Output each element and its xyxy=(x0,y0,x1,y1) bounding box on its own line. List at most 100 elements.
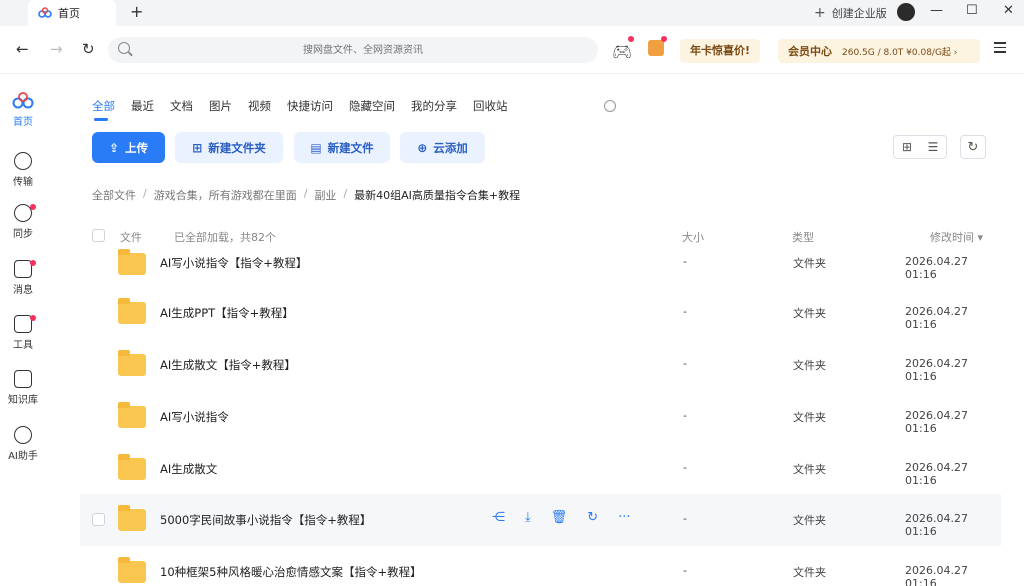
breadcrumb-item[interactable]: 副业 xyxy=(314,187,336,203)
file-modified-time: 2026.04.27 01:16 xyxy=(905,409,968,435)
close-window-button[interactable]: ✕ xyxy=(1003,3,1014,18)
file-type: 文件夹 xyxy=(793,463,826,476)
breadcrumb-item[interactable]: 全部文件 xyxy=(92,187,136,203)
load-status: 已全部加载，共82个 xyxy=(174,231,276,244)
grid-view-icon[interactable]: ⊞ xyxy=(894,136,920,158)
sidebar-item-label: 同步 xyxy=(13,229,33,240)
upload-button[interactable]: ⇪ 上传 xyxy=(92,132,165,163)
file-size: - xyxy=(683,409,687,422)
tab-recent[interactable]: 最近 xyxy=(131,98,154,114)
table-row[interactable]: AI写小说指令【指令+教程】 - 文件夹 2026.04.27 01:16 xyxy=(80,249,1001,287)
new-file-button[interactable]: ▤ 新建文件 xyxy=(294,132,390,163)
file-name[interactable]: AI生成PPT【指令+教程】 xyxy=(160,305,294,321)
select-all-checkbox[interactable] xyxy=(92,229,105,242)
upload-label: 上传 xyxy=(125,140,149,155)
file-name[interactable]: 10种框架5种风格暖心治愈情感文案【指令+教程】 xyxy=(160,564,422,580)
file-modified-time: 2026.04.27 01:16 xyxy=(905,564,968,586)
search-input[interactable] xyxy=(138,41,588,59)
table-row[interactable]: 5000字民间故事小说指令【指令+教程】 ⋲ ⤓ 🗑︎ ↻ ··· - 文件夹 … xyxy=(80,494,1001,546)
sidebar-item-home[interactable]: 首页 xyxy=(0,92,46,128)
vip-label: 会员中心 xyxy=(788,45,832,58)
file-modified-time: 2026.04.27 01:16 xyxy=(905,255,968,281)
reload-icon[interactable]: ↻ xyxy=(82,40,95,58)
new-folder-button[interactable]: ⊞ 新建文件夹 xyxy=(175,132,283,163)
tab-videos[interactable]: 视频 xyxy=(248,98,271,114)
table-row[interactable]: AI生成PPT【指令+教程】 - 文件夹 2026.04.27 01:16 xyxy=(80,287,1001,339)
cloud-add-label: 云添加 xyxy=(433,140,468,155)
tab-hidden-space[interactable]: 隐藏空间 xyxy=(349,98,395,114)
sidebar-item-label: 传输 xyxy=(13,177,33,188)
refresh-icon[interactable]: ↻ xyxy=(960,135,986,159)
file-size: - xyxy=(683,305,687,318)
sync-icon[interactable]: ↻ xyxy=(587,510,598,525)
search-box[interactable] xyxy=(108,37,598,63)
search-icon xyxy=(118,42,130,54)
tab-my-shares[interactable]: 我的分享 xyxy=(411,98,457,114)
maximize-button[interactable]: ☐ xyxy=(966,3,978,18)
cloud-add-button[interactable]: ⊕ 云添加 xyxy=(400,132,485,163)
sidebar-item-messages[interactable]: 消息 xyxy=(0,260,46,296)
file-type: 文件夹 xyxy=(793,359,826,372)
sidebar-item-ai-assistant[interactable]: AI助手 xyxy=(0,426,46,462)
download-icon[interactable]: ⤓ xyxy=(525,510,531,525)
share-icon[interactable]: ⋲ xyxy=(492,510,505,525)
folder-icon xyxy=(118,454,146,480)
forward-arrow-icon[interactable]: → xyxy=(50,40,63,58)
table-row[interactable]: AI生成散文【指令+教程】 - 文件夹 2026.04.27 01:16 xyxy=(80,339,1001,391)
table-row[interactable]: AI生成散文 - 文件夹 2026.04.27 01:16 xyxy=(80,443,1001,495)
create-enterprise-button[interactable]: + 创建企业版 xyxy=(814,5,887,21)
cloud-add-icon: ⊕ xyxy=(417,140,428,155)
column-file[interactable]: 文件 xyxy=(120,229,142,245)
list-view-icon[interactable]: ☰ xyxy=(920,136,946,158)
column-type[interactable]: 类型 xyxy=(792,229,814,245)
sidebar-item-tools[interactable]: 工具 xyxy=(0,315,46,351)
sidebar-item-sync[interactable]: 同步 xyxy=(0,204,46,240)
row-checkbox[interactable] xyxy=(92,513,105,526)
table-row[interactable]: 10种框架5种风格暖心治愈情感文案【指令+教程】 - 文件夹 2026.04.2… xyxy=(80,546,1001,586)
file-size: - xyxy=(683,461,687,474)
minimize-button[interactable]: — xyxy=(930,3,943,18)
plus-icon: + xyxy=(814,5,826,21)
file-modified-time: 2026.04.27 01:16 xyxy=(905,305,968,331)
table-row[interactable]: AI写小说指令 - 文件夹 2026.04.27 01:16 xyxy=(80,391,1001,443)
tab-settings-icon[interactable] xyxy=(604,100,616,112)
breadcrumb-item[interactable]: 游戏合集，所有游戏都在里面 xyxy=(154,187,297,203)
menu-icon[interactable] xyxy=(994,42,1006,56)
tab-home[interactable]: 首页 xyxy=(28,0,116,26)
home-icon xyxy=(12,92,34,109)
file-name[interactable]: AI生成散文 xyxy=(160,461,217,477)
file-size: - xyxy=(683,357,687,370)
vip-center-button[interactable]: 会员中心 260.5G / 8.0T ¥0.08/G起 › xyxy=(778,39,980,63)
breadcrumb: 全部文件 / 游戏合集，所有游戏都在里面 / 副业 / 最新40组AI高质量指令… xyxy=(92,187,520,203)
sidebar-item-knowledge[interactable]: 知识库 xyxy=(0,370,46,406)
column-modified-time[interactable]: 修改时间 ▾ xyxy=(930,229,983,245)
file-name[interactable]: AI生成散文【指令+教程】 xyxy=(160,357,296,373)
folder-icon xyxy=(118,249,146,275)
new-tab-button[interactable]: + xyxy=(130,2,143,21)
file-name[interactable]: AI写小说指令 xyxy=(160,409,229,425)
delete-icon[interactable]: 🗑︎ xyxy=(551,510,568,525)
tab-documents[interactable]: 文档 xyxy=(170,98,193,114)
tab-images[interactable]: 图片 xyxy=(209,98,232,114)
gamepad-icon[interactable]: 🎮︎ xyxy=(612,42,632,61)
tab-quick-access[interactable]: 快捷访问 xyxy=(287,98,333,114)
avatar[interactable] xyxy=(897,3,915,21)
file-name[interactable]: AI写小说指令【指令+教程】 xyxy=(160,255,307,271)
folder-icon xyxy=(118,505,146,531)
file-modified-time: 2026.04.27 01:16 xyxy=(905,512,968,538)
file-name[interactable]: 5000字民间故事小说指令【指令+教程】 xyxy=(160,512,371,528)
sidebar-item-transfer[interactable]: 传输 xyxy=(0,152,46,188)
tab-recycle-bin[interactable]: 回收站 xyxy=(473,98,508,114)
back-arrow-icon[interactable]: ← xyxy=(16,40,29,58)
sidebar-item-label: 工具 xyxy=(13,340,33,351)
sidebar-item-label: 首页 xyxy=(13,117,33,128)
breadcrumb-separator: / xyxy=(143,187,147,200)
more-icon[interactable]: ··· xyxy=(618,510,630,525)
tab-all[interactable]: 全部 xyxy=(92,98,115,121)
file-type: 文件夹 xyxy=(793,411,826,424)
sidebar-item-label: 消息 xyxy=(13,285,33,296)
promo-button[interactable]: 年卡惊喜价! xyxy=(680,39,761,63)
file-type: 文件夹 xyxy=(793,514,826,527)
gift-icon[interactable] xyxy=(648,40,664,56)
column-size[interactable]: 大小 xyxy=(682,229,704,245)
